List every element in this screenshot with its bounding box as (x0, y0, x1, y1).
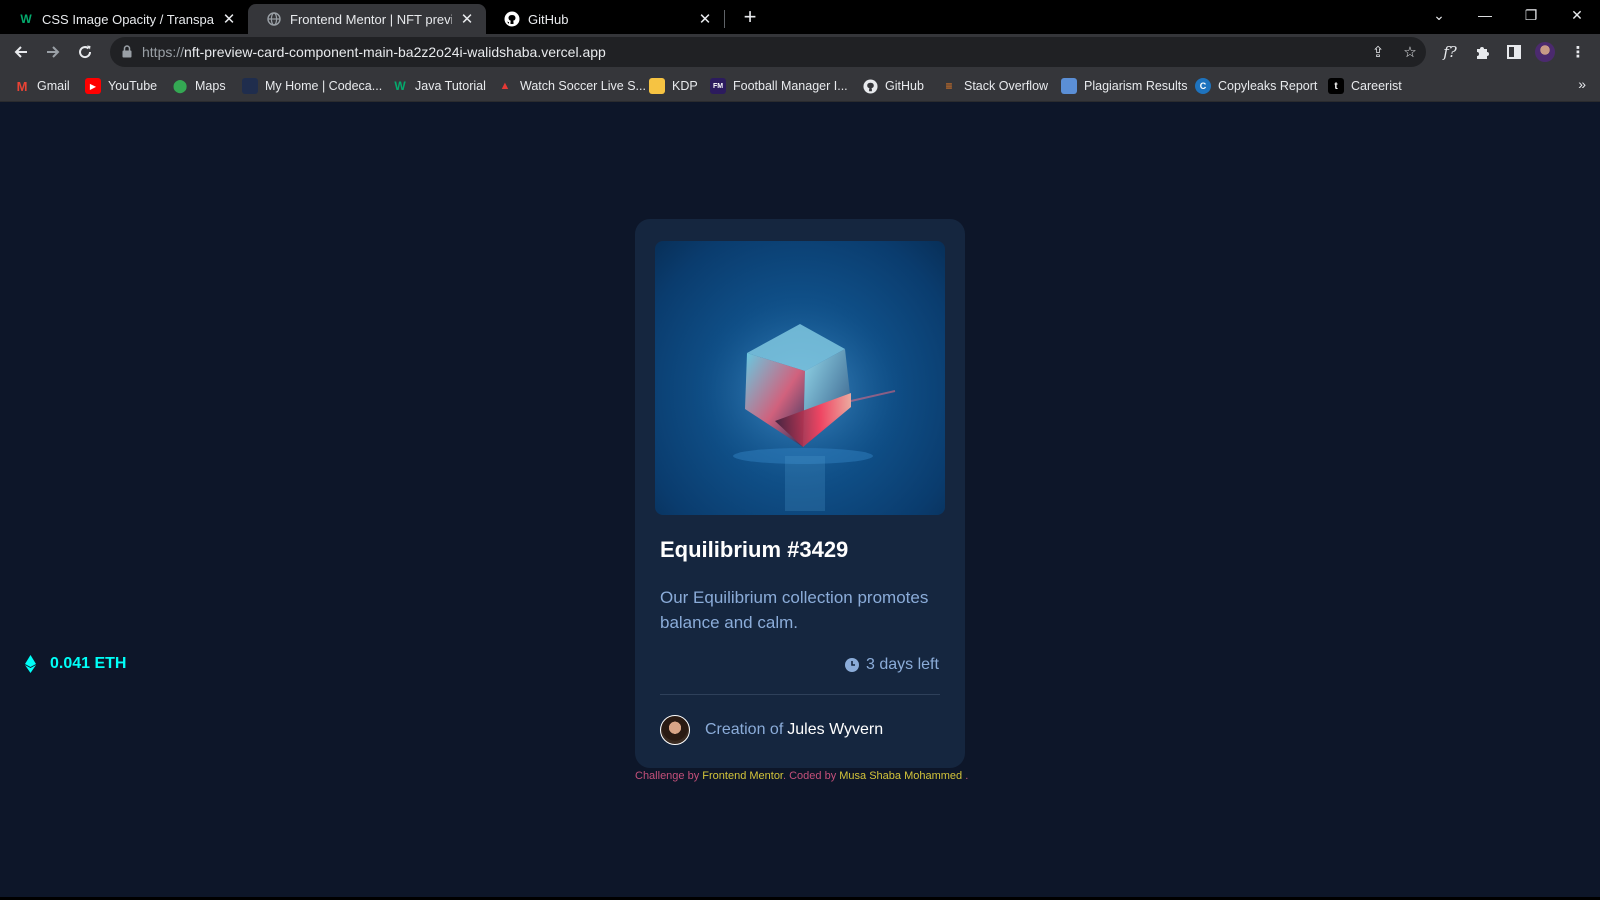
attribution-challenge-prefix: Challenge by (635, 770, 700, 782)
tab-title: CSS Image Opacity / Transparency (42, 11, 214, 27)
frontend-mentor-link[interactable]: Frontend Mentor (702, 770, 783, 782)
bookmark-label: Football Manager I... (733, 79, 848, 93)
youtube-icon: ▶ (85, 78, 101, 94)
copyleaks-icon: C (1195, 78, 1211, 94)
bookmark-label: Careerist (1351, 79, 1402, 93)
url-scheme: https:// (142, 44, 185, 60)
card-divider (660, 694, 940, 695)
tab-css-opacity[interactable]: W CSS Image Opacity / Transparency ✕ (0, 4, 248, 34)
soccer-icon: ▲ (499, 80, 511, 92)
bookmark-careerist[interactable]: t Careerist (1328, 76, 1402, 96)
bookmark-codecademy[interactable]: My Home | Codeca... (242, 76, 382, 96)
careerist-icon: t (1328, 78, 1344, 94)
close-icon[interactable]: ✕ (458, 10, 476, 28)
bookmark-plagiarism[interactable]: Plagiarism Results (1061, 76, 1188, 96)
fonts-extension-icon[interactable]: f? (1438, 40, 1462, 64)
globe-icon (266, 11, 282, 27)
tab-github[interactable]: GitHub ✕ (486, 4, 724, 34)
tab-title: Frontend Mentor | NFT preview card (290, 11, 452, 27)
github-icon (504, 11, 520, 27)
close-icon[interactable]: ✕ (220, 10, 238, 28)
nft-title[interactable]: Equilibrium #3429 (660, 537, 848, 563)
tab-strip: W CSS Image Opacity / Transparency ✕ Fro… (0, 0, 1600, 34)
ethereum-icon (25, 655, 36, 673)
more-bookmarks-button[interactable]: » (1578, 76, 1586, 92)
cube-illustration (690, 296, 910, 511)
plagiarism-icon (1061, 78, 1077, 94)
bookmark-copyleaks[interactable]: C Copyleaks Report (1195, 76, 1317, 96)
bookmark-stackoverflow[interactable]: ≡ Stack Overflow (941, 76, 1048, 96)
bookmark-java-tutorial[interactable]: W Java Tutorial (392, 76, 486, 96)
reload-icon[interactable] (72, 39, 98, 65)
restore-icon[interactable]: ❐ (1508, 0, 1554, 30)
bookmark-label: Watch Soccer Live S... (520, 79, 646, 93)
creator-name[interactable]: Jules Wyvern (787, 721, 883, 739)
new-tab-button[interactable]: + (738, 6, 762, 30)
bookmark-label: Maps (195, 79, 226, 93)
w3schools-icon: W (20, 12, 32, 26)
bookmark-youtube[interactable]: ▶ YouTube (85, 76, 157, 96)
attribution-suffix: . (965, 770, 969, 782)
time-left-row: 3 days left (845, 656, 939, 674)
attribution: Challenge by Frontend Mentor. Coded by M… (635, 770, 969, 782)
url-host: nft-preview-card-component-main-ba2z2o24… (184, 44, 606, 60)
bookmark-maps[interactable]: ⬤ Maps (172, 76, 226, 96)
github-icon (862, 78, 878, 94)
folder-icon (649, 78, 665, 94)
bookmark-label: My Home | Codeca... (265, 79, 383, 93)
nft-description: Our Equilibrium collection promotes bala… (660, 588, 929, 632)
bookmark-gmail[interactable]: M Gmail (14, 76, 70, 96)
address-bar[interactable]: https://nft-preview-card-component-main-… (110, 37, 1426, 67)
bookmark-label: Plagiarism Results (1084, 79, 1188, 93)
share-icon[interactable]: ⇪ (1368, 42, 1388, 62)
time-left-value: 3 days left (866, 656, 939, 673)
bookmark-kdp[interactable]: KDP (649, 76, 698, 96)
star-icon[interactable]: ☆ (1400, 42, 1420, 62)
creator-avatar (660, 715, 690, 745)
bookmark-football-manager[interactable]: FM Football Manager I... (710, 76, 848, 96)
close-icon[interactable]: ✕ (696, 10, 714, 28)
attribution-coded-prefix: . Coded by (783, 770, 837, 782)
forward-icon[interactable] (40, 39, 66, 65)
back-icon[interactable] (8, 39, 34, 65)
tab-title: GitHub (528, 11, 569, 27)
profile-avatar[interactable] (1535, 42, 1555, 62)
close-window-icon[interactable]: ✕ (1554, 0, 1600, 30)
codecademy-icon (242, 78, 258, 94)
nft-card: Equilibrium #3429 Our Equilibrium collec… (635, 219, 965, 768)
side-panel-icon[interactable] (1502, 40, 1526, 64)
price-row: 0.041 ETH (25, 655, 126, 673)
tab-frontend-mentor[interactable]: Frontend Mentor | NFT preview card ✕ (248, 4, 486, 34)
creator-row: Creation of Jules Wyvern (660, 715, 883, 745)
url-text[interactable]: https://nft-preview-card-component-main-… (142, 44, 606, 60)
maps-icon: ⬤ (172, 78, 188, 93)
w3schools-icon: W (394, 79, 406, 93)
menu-kebab-icon[interactable]: ⋮ (1566, 40, 1590, 64)
equilibrium-image[interactable] (655, 241, 945, 515)
author-link[interactable]: Musa Shaba Mohammed (839, 770, 962, 782)
fm-icon: FM (710, 78, 726, 94)
bookmark-label: Gmail (37, 79, 70, 93)
gmail-icon: M (16, 78, 28, 94)
bookmark-label: Stack Overflow (964, 79, 1049, 93)
browser-toolbar: https://nft-preview-card-component-main-… (0, 34, 1600, 70)
tab-separator (724, 10, 725, 28)
extensions-icon[interactable] (1470, 40, 1494, 64)
price-value: 0.041 ETH (50, 655, 127, 672)
bookmark-github[interactable]: GitHub (862, 76, 924, 96)
minimize-icon[interactable]: — (1462, 0, 1508, 30)
lock-icon[interactable] (122, 45, 132, 58)
bookmark-label: YouTube (108, 79, 158, 93)
creator-prefix: Creation of (705, 721, 784, 738)
clock-icon (845, 658, 859, 672)
stackoverflow-icon: ≡ (945, 79, 953, 93)
bookmark-label: Copyleaks Report (1218, 79, 1318, 93)
bookmark-label: GitHub (885, 79, 924, 93)
tab-search-icon[interactable]: ⌄ (1416, 0, 1462, 30)
bookmark-label: KDP (672, 79, 698, 93)
bookmark-label: Java Tutorial (415, 79, 486, 93)
bookmarks-bar: M Gmail ▶ YouTube ⬤ Maps My Home | Codec… (0, 70, 1600, 102)
bookmark-soccer[interactable]: ▲ Watch Soccer Live S... (497, 76, 646, 96)
